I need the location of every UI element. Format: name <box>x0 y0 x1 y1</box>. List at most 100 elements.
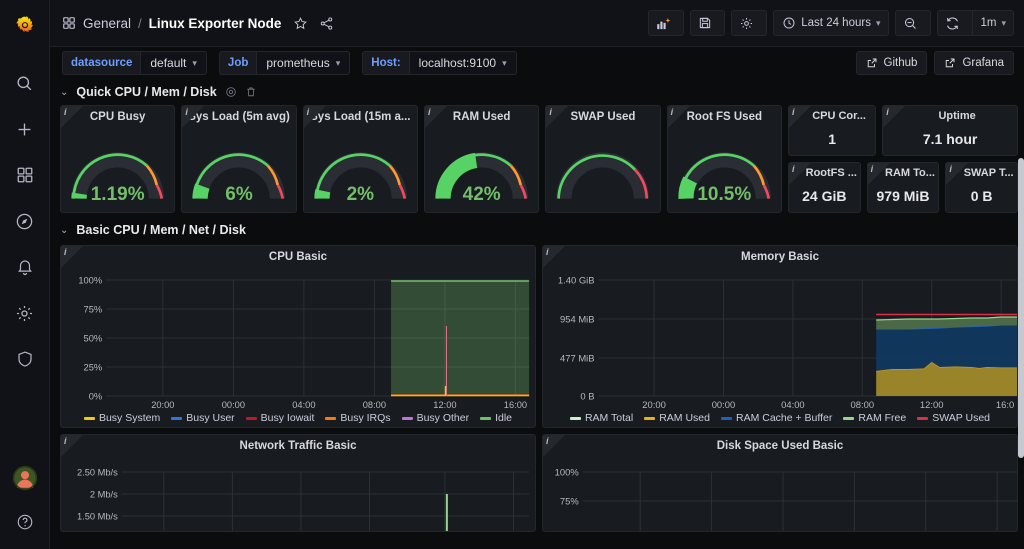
variable-host-value[interactable]: localhost:9100 ▾ <box>408 51 517 75</box>
variable-job-label: Job <box>218 51 257 75</box>
time-range-picker[interactable]: Last 24 hours ▾ <box>773 10 890 36</box>
panel-root-fs-used[interactable]: i Root FS Used 10.5% <box>666 105 782 213</box>
chart-cpu-basic[interactable]: 100% 75% 50% 25% 0% 20:00 00:00 04:00 08… <box>61 268 535 426</box>
panel-info-icon[interactable]: i <box>792 107 795 117</box>
plus-icon[interactable] <box>8 112 42 146</box>
variable-host-text: localhost:9100 <box>418 56 497 70</box>
legend-item[interactable]: SWAP Used <box>917 412 990 424</box>
add-panel-button[interactable] <box>648 10 685 36</box>
legend-item[interactable]: Busy Iowait <box>245 412 314 424</box>
panel-sys-load-5m[interactable]: i Sys Load (5m avg) 6% <box>181 105 297 213</box>
panel-uptime[interactable]: i Uptime 7.1 hour <box>882 105 1018 156</box>
legend-item[interactable]: RAM Total <box>569 412 634 424</box>
row-header-basic[interactable]: ⌄ Basic CPU / Mem / Net / Disk <box>60 217 1018 243</box>
dashboard-scrollbar[interactable] <box>1018 158 1024 549</box>
dashboards-icon[interactable] <box>8 158 42 192</box>
panel-info-icon[interactable]: i <box>671 107 674 117</box>
svg-text:00:00: 00:00 <box>712 400 736 410</box>
search-icon[interactable] <box>8 66 42 100</box>
legend-item[interactable]: Busy System <box>83 412 160 424</box>
panel-info-icon[interactable]: i <box>546 436 549 446</box>
breadcrumb: General / Linux Exporter Node <box>62 16 334 31</box>
breadcrumb-folder[interactable]: General <box>83 16 131 31</box>
gear-icon[interactable] <box>8 296 42 330</box>
legend-item[interactable]: Busy User <box>171 412 235 424</box>
panel-rootfs-total[interactable]: i RootFS ... 24 GiB <box>787 162 861 213</box>
panel-info-icon[interactable]: i <box>307 107 310 117</box>
legend-swatch <box>325 416 337 420</box>
row-delete-trash-icon[interactable] <box>245 86 257 98</box>
panel-info-icon[interactable]: i <box>64 107 67 117</box>
panel-info-icon[interactable]: i <box>949 164 952 174</box>
panel-info-icon[interactable]: i <box>64 247 67 257</box>
legend-item[interactable]: Busy IRQs <box>325 412 391 424</box>
legend-label: Idle <box>495 412 513 424</box>
panel-info-icon[interactable]: i <box>64 436 67 446</box>
compass-icon[interactable] <box>8 204 42 238</box>
gauge-swap-used <box>546 128 659 212</box>
legend-label: Busy Other <box>416 412 470 424</box>
panel-info-icon[interactable]: i <box>549 107 552 117</box>
panel-info-icon[interactable]: i <box>871 164 874 174</box>
svg-text:50%: 50% <box>84 332 103 343</box>
star-icon[interactable] <box>293 16 308 31</box>
zoom-out-button[interactable] <box>895 10 932 36</box>
panel-cpu-basic[interactable]: i CPU Basic 100% 75% 50% 25% 0% 20:00 00… <box>60 245 536 428</box>
legend-item[interactable]: RAM Used <box>644 412 710 424</box>
svg-text:477 MiB: 477 MiB <box>560 353 595 364</box>
help-icon[interactable] <box>8 505 42 539</box>
save-dashboard-button[interactable] <box>690 10 726 36</box>
avatar-icon[interactable] <box>8 461 42 495</box>
variable-datasource-value[interactable]: default ▾ <box>140 51 207 75</box>
panel-info-icon[interactable]: i <box>886 107 889 117</box>
legend-cpu-basic: Busy System Busy User Busy Iowait Busy I… <box>61 410 535 426</box>
dashboard-link-github[interactable]: Github <box>855 51 928 75</box>
template-variable-bar: datasource default ▾ Job prometheus ▾ Ho… <box>50 47 1024 79</box>
panel-info-icon[interactable]: i <box>185 107 188 117</box>
legend-item[interactable]: Idle <box>480 412 512 424</box>
legend-item[interactable]: Busy Other <box>401 412 470 424</box>
panel-memory-basic[interactable]: i Memory Basic 1.40 GiB 954 MiB 477 MiB … <box>542 245 1018 428</box>
panel-info-icon[interactable]: i <box>428 107 431 117</box>
row-header-quick[interactable]: ⌄ Quick CPU / Mem / Disk <box>60 79 1018 105</box>
panel-ram-used[interactable]: i RAM Used 42% <box>423 105 540 213</box>
panel-swap-used[interactable]: i SWAP Used <box>545 105 661 213</box>
panel-info-icon[interactable]: i <box>546 247 549 257</box>
bell-icon[interactable] <box>8 250 42 284</box>
shield-icon[interactable] <box>8 342 42 376</box>
variable-job-value[interactable]: prometheus ▾ <box>256 51 351 75</box>
gauge-ram-used: 42% <box>425 128 538 212</box>
refresh-button[interactable] <box>937 10 973 36</box>
legend-swatch <box>917 416 929 420</box>
legend-item[interactable]: RAM Cache + Buffer <box>720 412 833 424</box>
row-settings-gear-icon[interactable] <box>225 86 237 98</box>
legend-label: RAM Cache + Buffer <box>735 412 833 424</box>
legend-swatch <box>83 416 95 420</box>
chevron-down-icon: ▾ <box>335 57 341 68</box>
scrollbar-thumb[interactable] <box>1018 158 1024 458</box>
panel-swap-total[interactable]: i SWAP T... 0 B <box>945 162 1018 213</box>
panel-disk-space-used-basic[interactable]: i Disk Space Used Basic 100% 75% <box>542 434 1018 532</box>
legend-label: RAM Total <box>584 412 634 424</box>
grafana-logo-icon[interactable] <box>8 10 42 44</box>
panel-cpu-cores[interactable]: i CPU Cor... 1 <box>787 105 877 156</box>
chart-network-traffic-basic[interactable]: 2.50 Mb/s 2 Mb/s 1.50 Mb/s <box>61 457 535 531</box>
refresh-interval-picker[interactable]: 1m ▾ <box>972 10 1014 36</box>
chart-memory-basic[interactable]: 1.40 GiB 954 MiB 477 MiB 0 B 20:00 00:00… <box>543 268 1017 426</box>
main-sidebar <box>0 0 50 549</box>
panel-info-icon[interactable]: i <box>792 164 795 174</box>
panel-cpu-busy[interactable]: i CPU Busy 1.19% <box>60 105 176 213</box>
legend-item[interactable]: RAM Free <box>843 412 906 424</box>
panel-sys-load-15m[interactable]: i Sys Load (15m a... 2% <box>302 105 418 213</box>
page-title[interactable]: Linux Exporter Node <box>149 16 282 31</box>
dashboard-link-grafana[interactable]: Grafana <box>934 51 1014 75</box>
chart-disk-space-used-basic[interactable]: 100% 75% <box>543 457 1017 531</box>
panel-ram-total[interactable]: i RAM To... 979 MiB <box>866 162 940 213</box>
variable-job: Job prometheus ▾ <box>218 51 351 75</box>
svg-text:1.50 Mb/s: 1.50 Mb/s <box>77 510 118 521</box>
stat-row-bottom: i RootFS ... 24 GiB i RAM To... 979 MiB <box>787 162 1018 213</box>
share-icon[interactable] <box>319 16 334 31</box>
dashboard-settings-button[interactable] <box>731 10 768 36</box>
legend-swatch <box>644 416 656 420</box>
panel-network-traffic-basic[interactable]: i Network Traffic Basic 2.50 Mb/s 2 Mb/s… <box>60 434 536 532</box>
